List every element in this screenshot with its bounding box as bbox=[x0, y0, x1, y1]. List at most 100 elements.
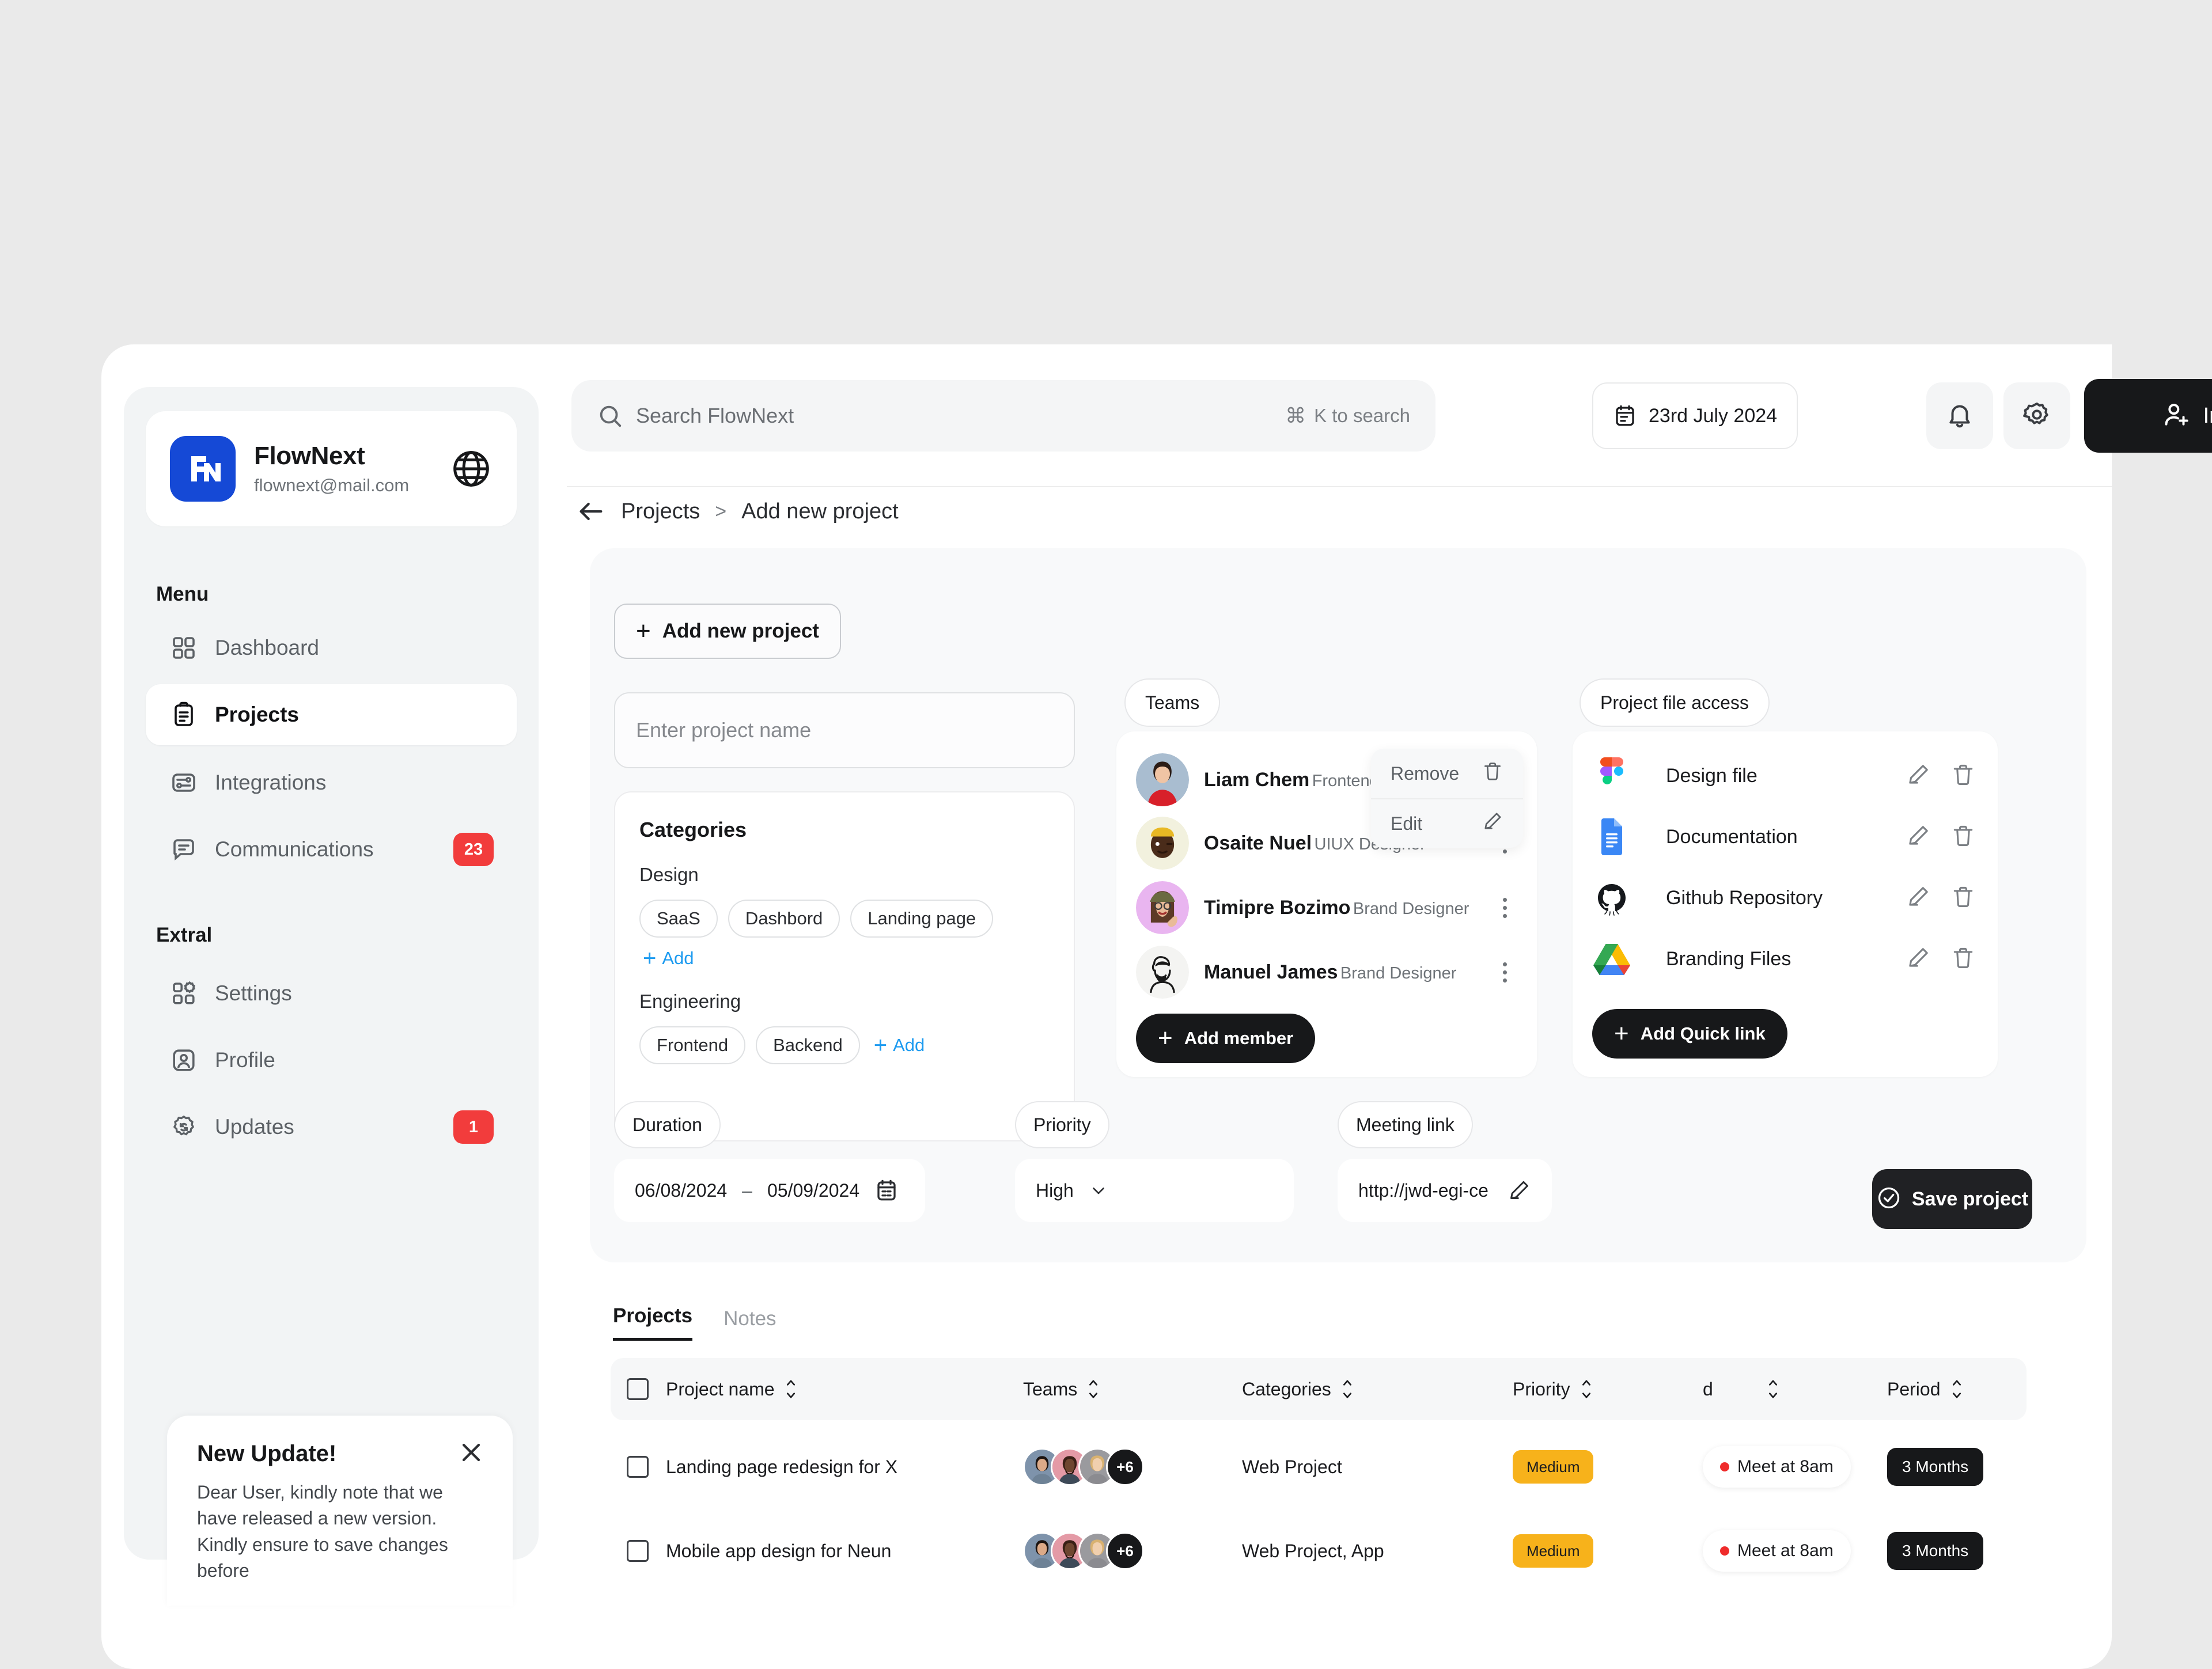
pencil-icon[interactable] bbox=[1906, 823, 1931, 851]
team-member-row[interactable]: Timipre Bozimo Brand Designer bbox=[1136, 877, 1517, 939]
column-header-priority[interactable]: Priority bbox=[1513, 1378, 1703, 1400]
context-menu-label: Edit bbox=[1391, 813, 1423, 834]
pencil-icon[interactable] bbox=[1906, 762, 1931, 790]
add-quick-link-button[interactable]: + Add Quick link bbox=[1592, 1009, 1787, 1059]
column-header-categories[interactable]: Categories bbox=[1242, 1378, 1513, 1400]
cell-teams: +6 bbox=[1023, 1448, 1242, 1486]
breadcrumb-separator: > bbox=[715, 500, 727, 522]
trash-icon[interactable] bbox=[1950, 884, 1976, 912]
gear-refresh-icon bbox=[169, 1112, 199, 1142]
new-update-toast: New Update! Dear User, kindly note that … bbox=[167, 1416, 513, 1606]
project-name-input[interactable]: Enter project name bbox=[614, 692, 1075, 768]
sidebar-item-communications[interactable]: Communications 23 bbox=[146, 819, 517, 880]
shortcut-text: K to search bbox=[1314, 405, 1410, 426]
file-row[interactable]: Github Repository bbox=[1593, 867, 1976, 928]
notifications-button[interactable] bbox=[1926, 382, 1993, 449]
category-chip[interactable]: Landing page bbox=[850, 900, 994, 938]
categories-value: Web Project, App bbox=[1242, 1540, 1384, 1561]
duration-field[interactable]: 06/08/2024 – 05/09/2024 bbox=[614, 1159, 925, 1222]
duration-dash: – bbox=[742, 1179, 752, 1201]
invite-button-label: Invite bbox=[2203, 403, 2212, 428]
category-chip[interactable]: Dashbord bbox=[728, 900, 840, 938]
meeting-link-field[interactable]: http://jwd-egi-ce bbox=[1338, 1159, 1552, 1222]
add-category-engineering-button[interactable]: + Add bbox=[874, 1034, 925, 1057]
meeting-badge: Meet at 8am bbox=[1703, 1446, 1851, 1488]
sidebar-item-label: Projects bbox=[215, 703, 300, 726]
cell-project-name: Mobile app design for Neun bbox=[666, 1541, 1023, 1562]
trash-icon[interactable] bbox=[1950, 945, 1976, 973]
sidebar-item-settings[interactable]: Settings bbox=[146, 963, 517, 1024]
pencil-icon[interactable] bbox=[1906, 945, 1931, 973]
save-project-button[interactable]: Save project bbox=[1872, 1169, 2032, 1229]
breadcrumb-current: Add new project bbox=[741, 499, 899, 524]
column-label: Teams bbox=[1023, 1378, 1078, 1399]
add-label: Add bbox=[662, 948, 694, 968]
category-chip[interactable]: Backend bbox=[756, 1026, 860, 1064]
meeting-badge: Meet at 8am bbox=[1703, 1530, 1851, 1572]
team-member-row[interactable]: Manuel James Brand Designer bbox=[1136, 941, 1517, 1003]
column-header-period[interactable]: Period bbox=[1887, 1378, 2027, 1400]
invite-button[interactable]: Invite bbox=[2084, 379, 2212, 453]
trash-icon[interactable] bbox=[1950, 823, 1976, 851]
column-header-teams[interactable]: Teams bbox=[1023, 1378, 1242, 1400]
select-all-checkbox[interactable] bbox=[611, 1378, 666, 1400]
row-checkbox[interactable] bbox=[611, 1456, 666, 1478]
table-row[interactable]: Landing page redesign for X +6 Web Proje… bbox=[611, 1433, 2027, 1501]
file-row-actions bbox=[1906, 762, 1976, 790]
team-member-menu-button[interactable] bbox=[1492, 959, 1517, 985]
settings-button[interactable] bbox=[2003, 382, 2070, 449]
sidebar-item-integrations[interactable]: Integrations bbox=[146, 752, 517, 813]
calendar-icon[interactable] bbox=[874, 1178, 899, 1203]
sidebar-item-label: Dashboard bbox=[215, 636, 320, 659]
pencil-icon[interactable] bbox=[1507, 1178, 1531, 1203]
avatar bbox=[1136, 817, 1189, 870]
priority-value: High bbox=[1036, 1179, 1074, 1201]
row-checkbox[interactable] bbox=[611, 1540, 666, 1562]
sort-icon bbox=[783, 1378, 799, 1400]
tab-notes[interactable]: Notes bbox=[724, 1307, 776, 1341]
table-row[interactable]: Mobile app design for Neun +6 Web Projec… bbox=[611, 1517, 2027, 1585]
file-row[interactable]: Branding Files bbox=[1593, 928, 1976, 989]
column-header-project-name[interactable]: Project name bbox=[666, 1378, 1023, 1400]
sidebar-item-updates[interactable]: Updates 1 bbox=[146, 1097, 517, 1158]
search-input[interactable]: Search FlowNext ⌘ K to search bbox=[571, 380, 1435, 452]
sidebar-item-dashboard[interactable]: Dashboard bbox=[146, 617, 517, 678]
cell-categories: Web Project bbox=[1242, 1456, 1513, 1478]
column-header-d[interactable]: d bbox=[1703, 1378, 1887, 1400]
add-new-project-button[interactable]: + Add new project bbox=[614, 604, 841, 659]
tab-projects[interactable]: Projects bbox=[613, 1304, 693, 1341]
column-label: Project name bbox=[666, 1378, 775, 1399]
context-menu-item-remove[interactable]: Remove bbox=[1371, 749, 1523, 798]
sidebar-badge-communications: 23 bbox=[453, 833, 494, 866]
category-chip[interactable]: SaaS bbox=[639, 900, 718, 938]
add-category-design-button[interactable]: + Add bbox=[643, 947, 694, 970]
priority-label-pill: Priority bbox=[1015, 1101, 1109, 1148]
sidebar-item-profile[interactable]: Profile bbox=[146, 1030, 517, 1091]
trash-icon[interactable] bbox=[1950, 762, 1976, 790]
cell-project-name: Landing page redesign for X bbox=[666, 1456, 1023, 1478]
google-docs-icon bbox=[1593, 818, 1630, 855]
context-menu-item-edit[interactable]: Edit bbox=[1371, 798, 1523, 848]
sort-icon bbox=[1339, 1378, 1355, 1400]
file-row[interactable]: Design file bbox=[1593, 745, 1976, 806]
plus-icon: + bbox=[1614, 1019, 1629, 1048]
pencil-icon[interactable] bbox=[1906, 884, 1931, 912]
sort-icon bbox=[1085, 1378, 1101, 1400]
priority-select[interactable]: High bbox=[1015, 1159, 1294, 1222]
breadcrumb-parent[interactable]: Projects bbox=[621, 499, 700, 524]
date-picker-button[interactable]: 23rd July 2024 bbox=[1592, 382, 1798, 449]
duration-label-pill: Duration bbox=[614, 1101, 721, 1148]
close-icon[interactable] bbox=[457, 1439, 485, 1466]
categories-title: Categories bbox=[639, 818, 747, 841]
file-row[interactable]: Documentation bbox=[1593, 806, 1976, 867]
sidebar-item-projects[interactable]: Projects bbox=[146, 684, 517, 745]
arrow-left-icon[interactable] bbox=[576, 496, 606, 526]
add-member-button[interactable]: + Add member bbox=[1136, 1014, 1316, 1063]
category-chip[interactable]: Frontend bbox=[639, 1026, 746, 1064]
brand-card[interactable]: FlowNext flownext@mail.com bbox=[146, 411, 517, 526]
cell-period: 3 Months bbox=[1887, 1532, 2027, 1570]
check-circle-icon bbox=[1876, 1185, 1902, 1213]
globe-icon[interactable] bbox=[450, 447, 493, 490]
team-member-menu-button[interactable] bbox=[1492, 895, 1517, 920]
project-file-access-pill: Project file access bbox=[1580, 678, 1770, 727]
